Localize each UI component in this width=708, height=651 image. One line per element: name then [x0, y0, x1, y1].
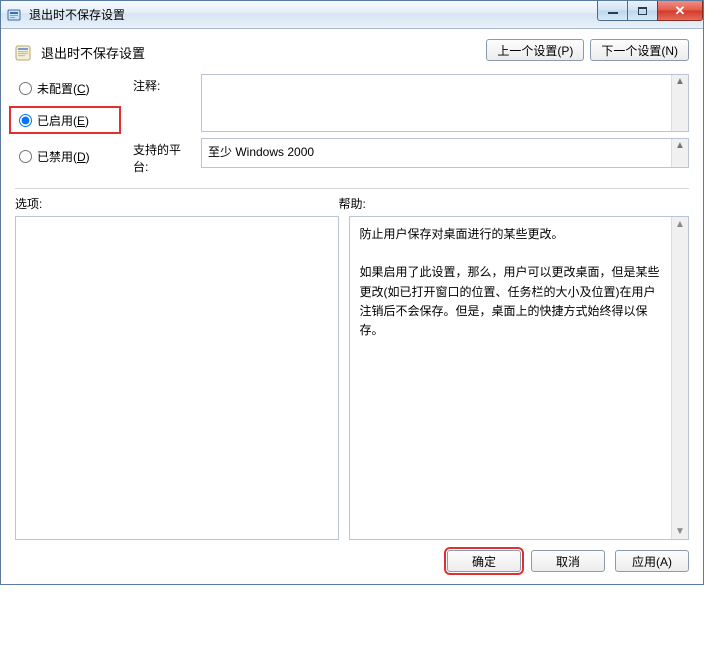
previous-setting-label: 上一个设置(P)	[497, 42, 573, 59]
policy-title: 退出时不保存设置	[41, 43, 145, 62]
platform-scrollbar[interactable]: ▲	[671, 139, 688, 167]
radio-disabled[interactable]: 已禁用(D)	[15, 146, 115, 166]
radio-not-configured-label: 未配置(C)	[37, 80, 90, 97]
radio-enabled-input[interactable]	[19, 114, 32, 127]
options-pane	[15, 216, 339, 540]
scroll-down-icon: ▼	[675, 526, 685, 537]
window-controls: ✕	[597, 1, 703, 21]
next-setting-button[interactable]: 下一个设置(N)	[590, 39, 689, 61]
comment-label: 注释:	[133, 74, 193, 132]
radio-disabled-label: 已禁用(D)	[37, 148, 90, 165]
apply-button-label: 应用(A)	[632, 553, 672, 570]
dialog-window: 退出时不保存设置 ✕ 退出时不保存设置	[0, 0, 704, 585]
radio-enabled[interactable]: 已启用(E)	[15, 110, 115, 130]
radio-not-configured[interactable]: 未配置(C)	[15, 78, 115, 98]
note-column: 注释: ▲ 支持的平台: 至少 Windows 2000 ▲	[133, 74, 689, 178]
platform-row: 支持的平台: 至少 Windows 2000 ▲	[133, 138, 689, 175]
apply-button[interactable]: 应用(A)	[615, 550, 689, 572]
header-right: 上一个设置(P) 下一个设置(N)	[486, 39, 689, 61]
policy-item-icon	[15, 44, 33, 62]
titlebar: 退出时不保存设置 ✕	[1, 1, 703, 29]
help-paragraph-2: 如果启用了此设置，那么，用户可以更改桌面，但是某些更改(如已打开窗口的位置、任务…	[360, 263, 661, 340]
maximize-icon	[638, 7, 647, 15]
header-row: 退出时不保存设置 上一个设置(P) 下一个设置(N)	[15, 39, 689, 62]
close-button[interactable]: ✕	[657, 1, 703, 21]
radio-not-configured-input[interactable]	[19, 82, 32, 95]
comment-field-wrap: ▲	[201, 74, 689, 132]
platform-label: 支持的平台:	[133, 138, 193, 175]
client-area: 退出时不保存设置 上一个设置(P) 下一个设置(N) 未配置(C) 已启用(E)	[1, 29, 703, 584]
platform-field: 至少 Windows 2000	[202, 139, 671, 167]
platform-field-wrap: 至少 Windows 2000 ▲	[201, 138, 689, 168]
ok-button-label: 确定	[472, 553, 496, 570]
state-radios: 未配置(C) 已启用(E) 已禁用(D)	[15, 74, 115, 178]
cancel-button-label: 取消	[556, 553, 580, 570]
radio-disabled-input[interactable]	[19, 150, 32, 163]
help-content: 防止用户保存对桌面进行的某些更改。 如果启用了此设置，那么，用户可以更改桌面，但…	[350, 217, 671, 539]
maximize-button[interactable]	[627, 1, 657, 21]
help-label: 帮助:	[339, 195, 689, 212]
minimize-button[interactable]	[597, 1, 627, 21]
help-scrollbar[interactable]: ▲ ▼	[671, 217, 688, 539]
radio-enabled-label: 已启用(E)	[37, 112, 89, 129]
cancel-button[interactable]: 取消	[531, 550, 605, 572]
comment-row: 注释: ▲	[133, 74, 689, 132]
panes: 防止用户保存对桌面进行的某些更改。 如果启用了此设置，那么，用户可以更改桌面，但…	[15, 216, 689, 540]
window-title: 退出时不保存设置	[29, 6, 125, 23]
config-area: 未配置(C) 已启用(E) 已禁用(D) 注释:	[15, 74, 689, 178]
comment-field[interactable]	[202, 75, 671, 131]
app-icon	[7, 7, 23, 23]
scroll-up-icon: ▲	[675, 219, 685, 230]
minimize-icon	[608, 12, 618, 14]
header-left: 退出时不保存设置	[15, 39, 145, 62]
options-label: 选项:	[15, 195, 339, 212]
next-setting-label: 下一个设置(N)	[601, 42, 678, 59]
help-paragraph-1: 防止用户保存对桌面进行的某些更改。	[360, 225, 661, 244]
footer: 确定 取消 应用(A)	[15, 550, 689, 572]
help-pane: 防止用户保存对桌面进行的某些更改。 如果启用了此设置，那么，用户可以更改桌面，但…	[349, 216, 689, 540]
close-icon: ✕	[675, 4, 686, 17]
divider	[15, 188, 689, 189]
previous-setting-button[interactable]: 上一个设置(P)	[486, 39, 584, 61]
comment-scrollbar[interactable]: ▲	[671, 75, 688, 131]
enabled-highlight-box: 已启用(E)	[9, 106, 121, 134]
lower-labels: 选项: 帮助:	[15, 195, 689, 212]
ok-button[interactable]: 确定	[447, 550, 521, 572]
